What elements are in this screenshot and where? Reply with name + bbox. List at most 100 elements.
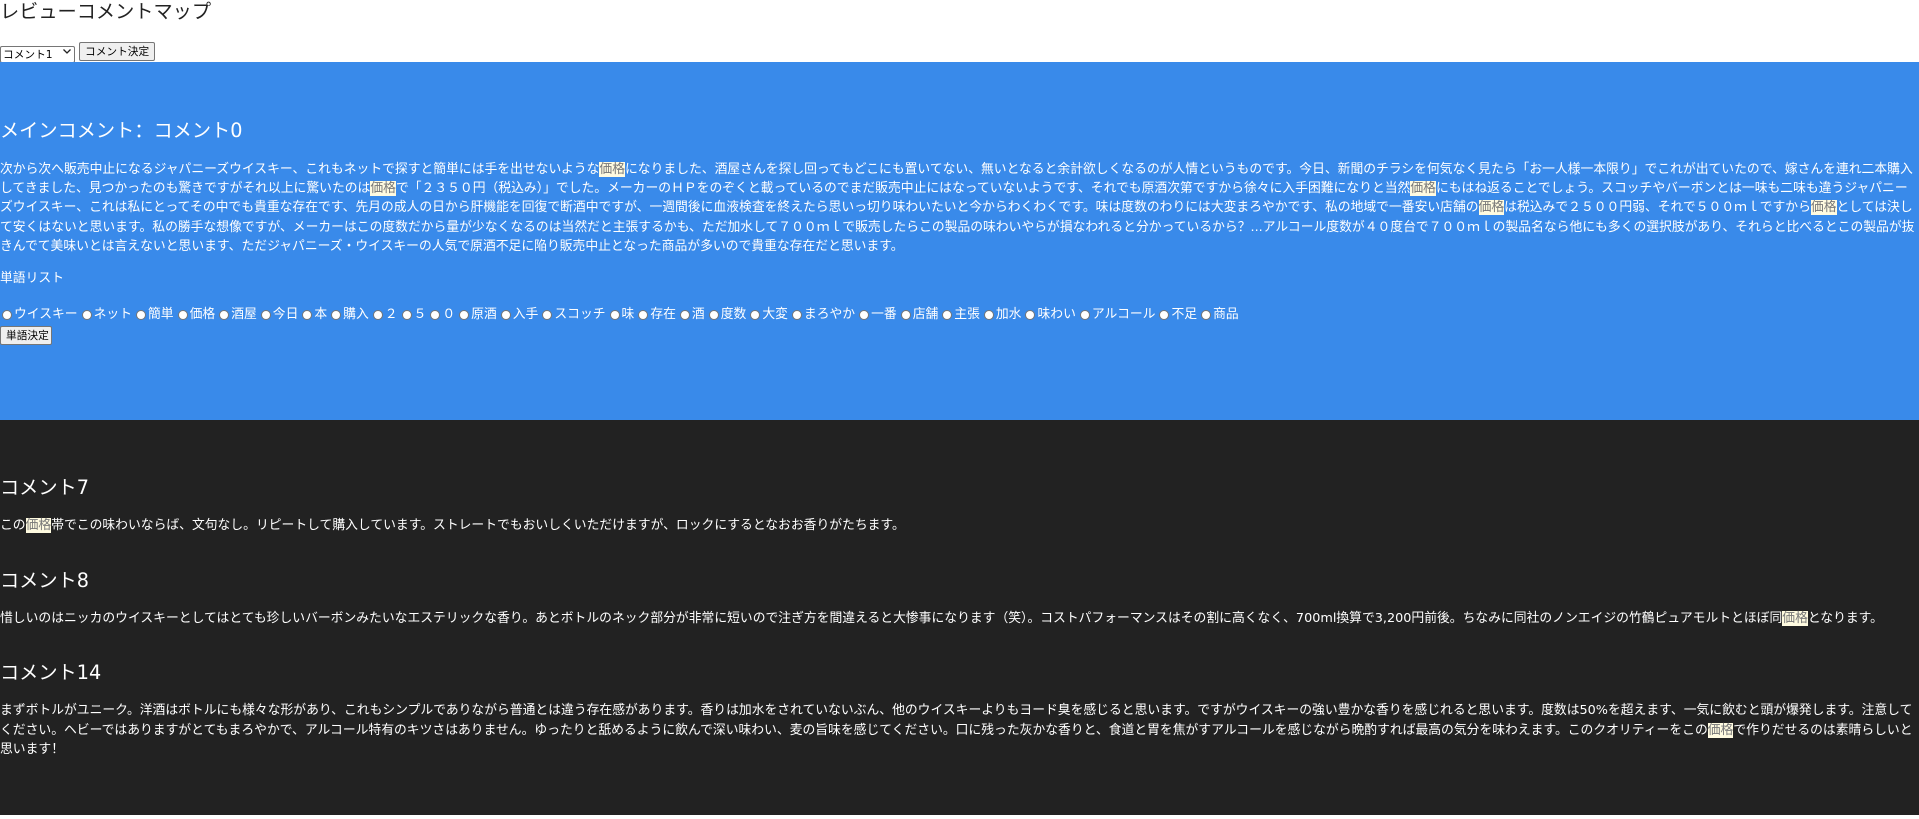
comment-title: コメント14 xyxy=(0,661,102,685)
comment-block: コメント14 まずボトルがユニーク。洋酒はボトルにも様々な形があり、これもシンプ… xyxy=(0,661,1915,759)
word-option[interactable]: 原酒 xyxy=(455,305,497,324)
word-option[interactable]: ネット xyxy=(78,305,132,324)
word-option[interactable]: 入手 xyxy=(497,305,539,324)
word-radio[interactable] xyxy=(177,309,188,320)
word-radio[interactable] xyxy=(2,309,12,320)
word-label: スコッチ xyxy=(554,307,606,323)
word-radio[interactable] xyxy=(260,309,271,320)
highlighted-keyword: 価格 xyxy=(1410,181,1436,197)
comment-text: まずボトルがユニーク。洋酒はボトルにも様々な形があり、これもシンプルでありながら… xyxy=(0,703,1913,757)
word-radio[interactable] xyxy=(638,309,649,320)
word-radio[interactable] xyxy=(459,309,470,320)
comment-select[interactable]: コメント1 xyxy=(0,46,75,63)
word-option[interactable]: 一番 xyxy=(855,305,897,324)
word-radio[interactable] xyxy=(1201,309,1212,320)
comment-submit-button[interactable]: コメント決定 xyxy=(79,42,155,61)
word-radio-list: ウイスキー ネット 簡単 価格 酒屋 今日本購入 ２ ５ ０ 原酒 入手 スコッチ味存在酒度数 大変 まろ… xyxy=(0,305,1915,324)
word-option[interactable]: ウイスキー xyxy=(0,305,78,324)
word-option[interactable]: 味 xyxy=(606,305,635,324)
highlighted-keyword: 価格 xyxy=(370,181,396,197)
comment-title: コメント7 xyxy=(0,476,89,499)
word-option[interactable]: 購入 xyxy=(327,305,369,324)
word-option[interactable]: 大変 xyxy=(746,305,788,324)
word-option[interactable]: まろやか xyxy=(788,305,855,324)
word-radio[interactable] xyxy=(219,309,230,320)
word-radio[interactable] xyxy=(859,309,870,320)
word-label: 一番 xyxy=(871,307,897,323)
word-option[interactable]: アルコール xyxy=(1076,305,1155,324)
comment-text: 惜しいのはニッカのウイスキーとしてはとても珍しいバーボンみたいなエステリックな香… xyxy=(0,610,1883,626)
highlighted-keyword: 価格 xyxy=(1478,200,1505,216)
word-label: 酒 xyxy=(691,307,705,323)
word-label: 価格 xyxy=(189,307,216,323)
word-option[interactable]: 今日 xyxy=(257,305,298,324)
comment-block: コメント7 この価格帯でこの味わいならば、文句なし。リピートして購入しています。… xyxy=(0,476,1915,535)
main-comment-text: 次から次へ販売中止になるジャパニーズウイスキー、これもネットで探すと簡単には手を… xyxy=(0,162,1915,254)
word-label: まろやか xyxy=(803,307,856,323)
word-radio[interactable] xyxy=(302,309,313,320)
word-label: 存在 xyxy=(650,307,676,323)
word-radio[interactable] xyxy=(331,309,342,320)
word-submit-button[interactable]: 単語決定 xyxy=(0,326,52,345)
word-radio[interactable] xyxy=(1025,309,1036,320)
word-label: 主張 xyxy=(954,307,980,323)
word-label: 簡単 xyxy=(148,307,174,323)
word-radio[interactable] xyxy=(372,309,383,320)
word-radio[interactable] xyxy=(1079,309,1090,320)
comment-text: この価格帯でこの味わいならば、文句なし。リピートして購入しています。ストレートで… xyxy=(0,518,905,533)
word-radio[interactable] xyxy=(900,309,911,320)
word-label: 度数 xyxy=(720,307,747,323)
word-option[interactable]: 主張 xyxy=(938,305,980,324)
comment-title: コメント8 xyxy=(0,568,89,592)
word-radio[interactable] xyxy=(750,309,761,320)
word-label: 店舗 xyxy=(912,307,939,323)
highlighted-keyword: 価格 xyxy=(25,518,52,533)
word-radio[interactable] xyxy=(708,309,719,320)
word-option[interactable]: 店舗 xyxy=(897,305,939,324)
word-label: ５ xyxy=(413,307,427,323)
page-title: レビューコメントマップ xyxy=(0,0,212,23)
word-label: 本 xyxy=(314,307,328,323)
word-option[interactable]: 存在 xyxy=(634,305,676,324)
word-option[interactable]: ５ xyxy=(398,305,427,324)
word-option[interactable]: 商品 xyxy=(1197,305,1239,324)
word-option[interactable]: 価格 xyxy=(174,305,216,324)
word-option[interactable]: 酒 xyxy=(676,305,705,324)
main-comment-heading: メインコメント：コメント0 xyxy=(0,119,243,142)
word-radio[interactable] xyxy=(500,309,511,320)
word-option[interactable]: 度数 xyxy=(705,305,747,324)
word-radio[interactable] xyxy=(542,309,553,320)
comment-controls: コメント1 コメント決定 xyxy=(0,42,155,63)
word-option[interactable]: 酒屋 xyxy=(215,305,257,324)
highlighted-keyword: 価格 xyxy=(1810,200,1837,216)
word-label: 購入 xyxy=(343,307,369,323)
word-option[interactable]: ０ xyxy=(426,305,455,324)
comments-section: コメント7 この価格帯でこの味わいならば、文句なし。リピートして購入しています。… xyxy=(0,420,1919,815)
word-label: 商品 xyxy=(1213,307,1239,323)
word-option[interactable]: 本 xyxy=(298,305,327,324)
comment-select-wrapper[interactable]: コメント1 xyxy=(0,43,75,63)
word-option[interactable]: 加水 xyxy=(980,305,1022,324)
word-label: ネット xyxy=(93,307,132,323)
word-radio[interactable] xyxy=(81,309,92,320)
word-radio[interactable] xyxy=(401,309,412,320)
word-radio[interactable] xyxy=(679,309,690,320)
word-radio[interactable] xyxy=(983,309,994,320)
word-radio[interactable] xyxy=(1159,309,1170,320)
main-comment-section: メインコメント：コメント0 次から次へ販売中止になるジャパニーズウイスキー、これ… xyxy=(0,62,1919,420)
word-label: ０ xyxy=(442,307,456,323)
word-radio[interactable] xyxy=(609,309,620,320)
word-label: 入手 xyxy=(512,307,539,323)
word-label: 味 xyxy=(621,307,635,323)
word-option[interactable]: 味わい xyxy=(1021,305,1076,324)
word-option[interactable]: スコッチ xyxy=(538,305,606,324)
word-option[interactable]: 不足 xyxy=(1155,305,1197,324)
word-radio[interactable] xyxy=(136,309,146,320)
highlighted-keyword: 価格 xyxy=(599,162,625,177)
word-label: 加水 xyxy=(995,307,1022,323)
word-radio[interactable] xyxy=(430,309,441,320)
word-option[interactable]: ２ xyxy=(369,305,398,324)
word-radio[interactable] xyxy=(942,309,953,320)
word-radio[interactable] xyxy=(791,309,802,320)
word-option[interactable]: 簡単 xyxy=(132,305,174,324)
